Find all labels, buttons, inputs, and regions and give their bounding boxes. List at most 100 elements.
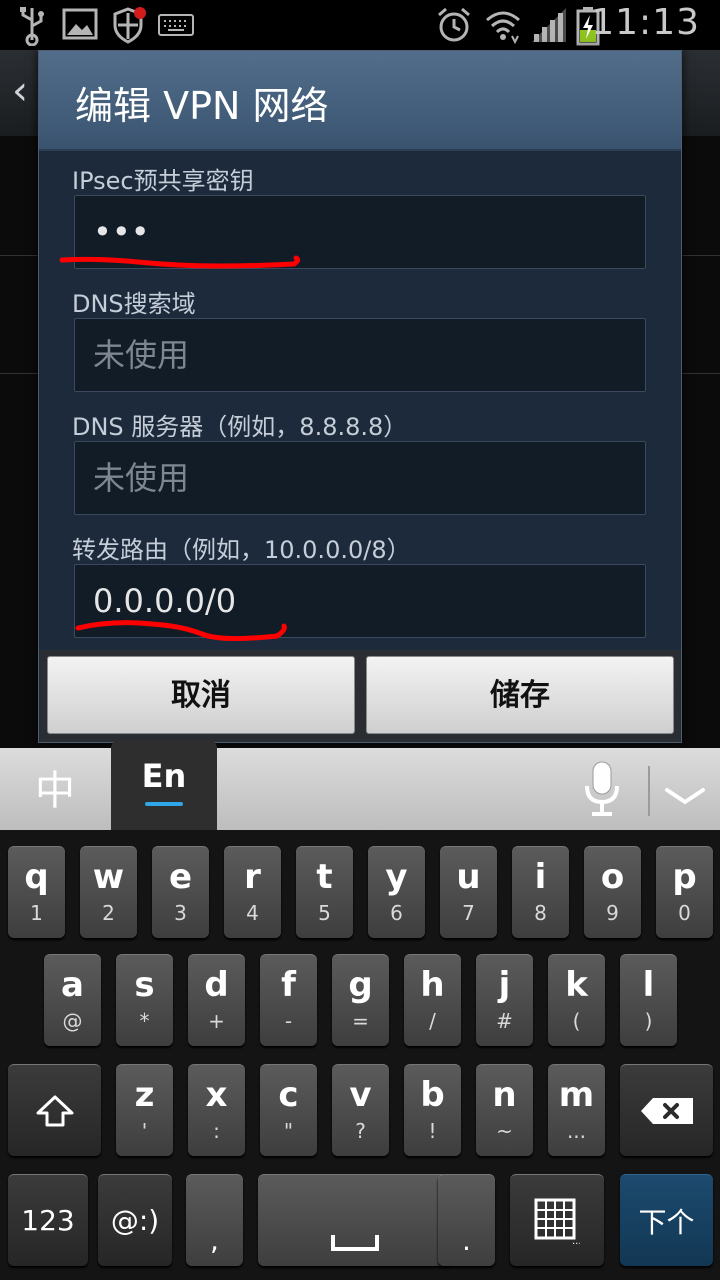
- edit-vpn-dialog: 编辑 VPN 网络 IPsec预共享密钥 ••• DNS搜索域 未使用 DNS …: [38, 50, 682, 743]
- dialog-header: 编辑 VPN 网络: [39, 51, 681, 151]
- key-r[interactable]: r4: [224, 846, 281, 938]
- numbers-key[interactable]: 123: [8, 1174, 88, 1266]
- key-secondary: +: [208, 1009, 225, 1033]
- key-letter: n: [492, 1075, 517, 1115]
- save-button[interactable]: 储存: [366, 656, 674, 734]
- key-m[interactable]: m...: [548, 1064, 605, 1156]
- key-letter: a: [61, 965, 84, 1005]
- key-secondary: ...: [566, 1119, 587, 1143]
- cancel-button[interactable]: 取消: [47, 656, 355, 734]
- shield-icon: [112, 6, 148, 48]
- status-bar: 11:13: [0, 0, 720, 50]
- back-chevron-icon: ‹: [12, 68, 28, 114]
- key-secondary: 3: [174, 901, 187, 925]
- key-secondary: (: [572, 1009, 581, 1033]
- key-t[interactable]: t5: [296, 846, 353, 938]
- tab-english[interactable]: En: [111, 740, 217, 830]
- key-letter: i: [534, 857, 547, 897]
- key-s[interactable]: s *: [116, 954, 173, 1046]
- key-secondary: @: [62, 1009, 83, 1033]
- gallery-icon: [62, 6, 98, 46]
- emoticon-key-label: @:): [110, 1204, 160, 1237]
- key-c[interactable]: c ": [260, 1064, 317, 1156]
- backspace-icon: [620, 1065, 713, 1156]
- key-letter: o: [600, 857, 625, 897]
- key-a[interactable]: a @: [44, 954, 101, 1046]
- ipsec-psk-label: IPsec预共享密钥: [72, 167, 254, 195]
- clock: 11:13: [591, 2, 700, 43]
- key-letter: k: [565, 965, 588, 1005]
- key-letter: l: [642, 965, 655, 1005]
- key-k[interactable]: k(: [548, 954, 605, 1046]
- key-letter: j: [498, 965, 511, 1005]
- key-v[interactable]: v?: [332, 1064, 389, 1156]
- comma-key-label: ,: [210, 1224, 219, 1257]
- key-i[interactable]: i8: [512, 846, 569, 938]
- key-secondary: #: [496, 1009, 513, 1033]
- key-secondary: 6: [390, 901, 403, 925]
- key-l[interactable]: l): [620, 954, 677, 1046]
- comma-key[interactable]: ,: [186, 1174, 243, 1266]
- key-d[interactable]: d +: [188, 954, 245, 1046]
- key-secondary: /: [429, 1009, 436, 1033]
- dns-server-label: DNS 服务器（例如，8.8.8.8）: [72, 413, 408, 441]
- numbers-key-label: 123: [21, 1204, 75, 1237]
- alarm-icon: [436, 6, 472, 48]
- ipsec-psk-input[interactable]: •••: [74, 195, 646, 269]
- key-letter: s: [134, 965, 155, 1005]
- key-secondary: ?: [355, 1119, 366, 1143]
- key-u[interactable]: u7: [440, 846, 497, 938]
- microphone-icon[interactable]: [582, 760, 622, 822]
- key-letter: y: [385, 857, 408, 897]
- key-secondary: ): [644, 1009, 653, 1033]
- next-key-label: 下个: [638, 1205, 695, 1239]
- key-b[interactable]: b!: [404, 1064, 461, 1156]
- dns-search-domain-input[interactable]: 未使用: [74, 318, 646, 392]
- key-letter: v: [349, 1075, 372, 1115]
- key-f[interactable]: f-: [260, 954, 317, 1046]
- key-j[interactable]: j #: [476, 954, 533, 1046]
- screen: 11:13 ‹ 编辑 VPN 网络 IPsec预共享密钥 ••• DNS搜索域 …: [0, 0, 720, 1280]
- key-secondary: -: [284, 1009, 293, 1033]
- key-n[interactable]: n ~: [476, 1064, 533, 1156]
- hide-keyboard-icon[interactable]: [664, 786, 706, 812]
- wifi-icon: [484, 6, 522, 48]
- key-z[interactable]: z ': [116, 1064, 173, 1156]
- key-letter: u: [456, 857, 481, 897]
- key-y[interactable]: y6: [368, 846, 425, 938]
- dns-search-domain-label: DNS搜索域: [72, 290, 196, 318]
- next-key[interactable]: 下个: [620, 1174, 713, 1266]
- key-letter: p: [672, 857, 697, 897]
- emoticon-key[interactable]: @:): [98, 1174, 172, 1266]
- dialog-body: IPsec预共享密钥 ••• DNS搜索域 未使用 DNS 服务器（例如，8.8…: [39, 153, 681, 650]
- key-x[interactable]: x:: [188, 1064, 245, 1156]
- key-letter: w: [92, 857, 125, 897]
- dialog-button-bar: 取消 储存: [39, 650, 681, 742]
- space-key[interactable]: [258, 1174, 452, 1266]
- shift-icon: [8, 1065, 101, 1156]
- keyboard-settings-key[interactable]: ...: [510, 1174, 604, 1266]
- signal-icon: [530, 6, 568, 48]
- period-key-label: .: [462, 1224, 471, 1257]
- key-secondary: *: [139, 1009, 150, 1033]
- key-secondary: 9: [606, 901, 619, 925]
- key-p[interactable]: p0: [656, 846, 713, 938]
- key-w[interactable]: w2: [80, 846, 137, 938]
- key-letter: z: [134, 1075, 155, 1115]
- key-e[interactable]: e3: [152, 846, 209, 938]
- key-secondary: =: [352, 1009, 369, 1033]
- tab-chinese[interactable]: 中: [0, 748, 110, 830]
- forwarding-routes-input[interactable]: 0.0.0.0/0: [74, 564, 646, 638]
- backspace-key[interactable]: [620, 1064, 713, 1156]
- key-h[interactable]: h /: [404, 954, 461, 1046]
- key-letter: e: [168, 857, 193, 897]
- key-secondary: !: [428, 1119, 437, 1143]
- key-o[interactable]: o9: [584, 846, 641, 938]
- key-secondary: 0: [678, 901, 691, 925]
- shift-key[interactable]: [8, 1064, 101, 1156]
- dns-server-input[interactable]: 未使用: [74, 441, 646, 515]
- key-q[interactable]: q1: [8, 846, 65, 938]
- key-secondary: 4: [246, 901, 259, 925]
- period-key[interactable]: .: [438, 1174, 495, 1266]
- key-g[interactable]: g =: [332, 954, 389, 1046]
